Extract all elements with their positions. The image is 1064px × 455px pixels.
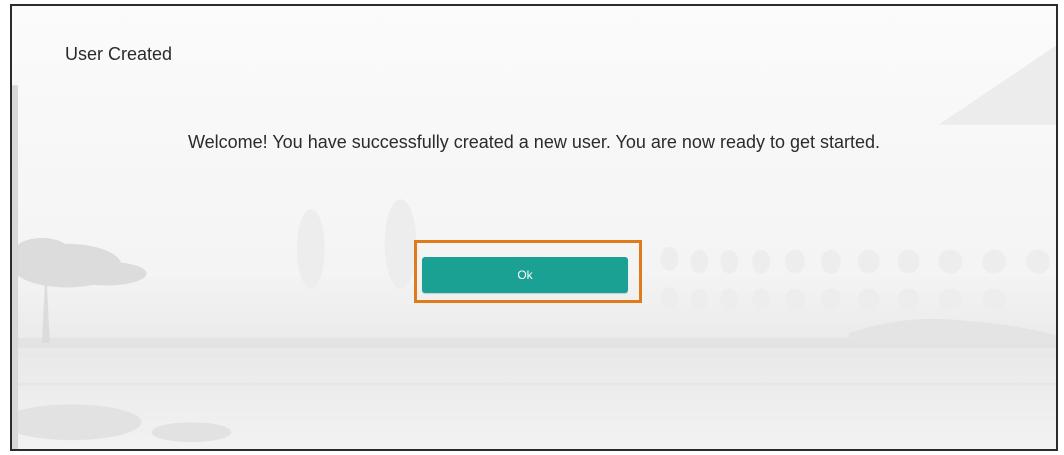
background-landscape-image (12, 6, 1056, 449)
ok-button[interactable]: Ok (422, 257, 628, 293)
user-created-dialog: User Created Welcome! You have successfu… (10, 4, 1058, 451)
dialog-message: Welcome! You have successfully created a… (187, 132, 881, 152)
dialog-title: User Created (65, 44, 173, 64)
